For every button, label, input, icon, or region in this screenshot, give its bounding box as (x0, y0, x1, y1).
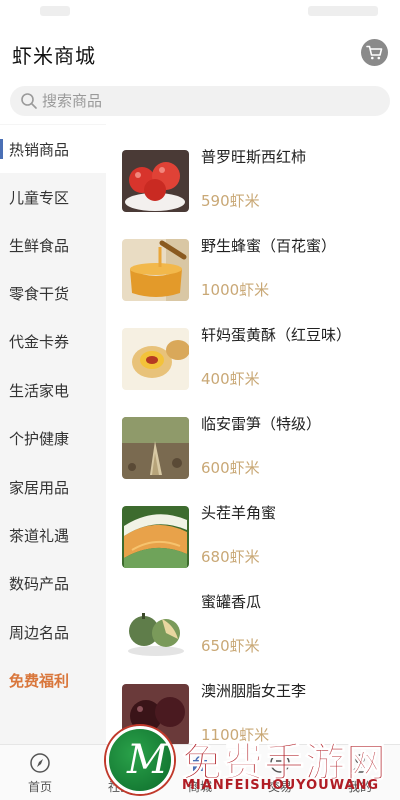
sidebar-item-kids[interactable]: 儿童专区 (0, 173, 106, 221)
status-bar (0, 0, 400, 26)
search-input[interactable] (42, 86, 372, 116)
product-item[interactable]: 临安雷笋（特级） 600虾米 (106, 413, 400, 503)
watermark: M 免费手游网 MIANFEISHOUYOUWANG (100, 718, 400, 800)
nav-home-label: 首页 (27, 779, 52, 794)
product-name: 野生蜂蜜（百花蜜） (201, 237, 337, 255)
sidebar-item-digital[interactable]: 数码产品 (0, 559, 106, 607)
watermark-subtitle: MIANFEISHOUYOUWANG (182, 778, 380, 793)
product-image-tomato[interactable] (122, 150, 189, 212)
product-image-pastry[interactable] (122, 328, 189, 390)
status-icons (308, 6, 378, 16)
cart-button[interactable] (361, 39, 388, 66)
watermark-logo: M (106, 726, 174, 794)
product-name: 澳洲胭脂女王李 (201, 682, 307, 700)
product-image-melon[interactable] (122, 506, 189, 568)
product-name: 头茬羊角蜜 (201, 504, 277, 522)
product-item[interactable]: 轩妈蛋黄酥（红豆味） 400虾米 (106, 324, 400, 414)
product-item[interactable]: 普罗旺斯西红柿 590虾米 (106, 146, 400, 236)
search-icon (21, 93, 37, 109)
product-price: 400虾米 (201, 370, 260, 388)
product-item[interactable]: 野生蜂蜜（百花蜜） 1000虾米 (106, 235, 400, 325)
sidebar-item-merch[interactable]: 周边名品 (0, 608, 106, 656)
cart-icon (366, 45, 383, 60)
sidebar-item-snacks[interactable]: 零食干货 (0, 269, 106, 317)
product-image-cantaloupe[interactable] (122, 595, 189, 657)
product-image-bamboo-shoot[interactable] (122, 417, 189, 479)
product-price: 600虾米 (201, 459, 260, 477)
header: 虾米商城 (0, 26, 400, 80)
product-item[interactable]: 蜜罐香瓜 650虾米 (106, 591, 400, 681)
product-name: 轩妈蛋黄酥（红豆味） (201, 326, 352, 344)
watermark-logo-letter: M (127, 737, 168, 783)
sidebar-item-fresh[interactable]: 生鲜食品 (0, 221, 106, 269)
search-bar[interactable] (10, 86, 390, 116)
product-price: 590虾米 (201, 192, 260, 210)
product-name: 普罗旺斯西红柿 (201, 148, 307, 166)
sidebar-item-hot[interactable]: 热销商品 (0, 125, 106, 173)
product-price: 680虾米 (201, 548, 260, 566)
product-name: 临安雷笋（特级） (201, 415, 322, 433)
product-item[interactable]: 头茬羊角蜜 680虾米 (106, 502, 400, 592)
sidebar-item-appliances[interactable]: 生活家电 (0, 366, 106, 414)
sidebar-item-health[interactable]: 个护健康 (0, 414, 106, 462)
sidebar-item-free[interactable]: 免费福利 (0, 656, 106, 704)
compass-icon (30, 752, 50, 773)
product-image-honey[interactable] (122, 239, 189, 301)
sidebar-item-home[interactable]: 家居用品 (0, 463, 106, 511)
page-title: 虾米商城 (12, 44, 96, 68)
status-time (40, 6, 70, 16)
nav-home[interactable]: 首页 (0, 745, 80, 800)
sidebar-item-vouchers[interactable]: 代金卡券 (0, 317, 106, 365)
product-price: 1000虾米 (201, 281, 270, 299)
product-price: 650虾米 (201, 637, 260, 655)
category-sidebar: 热销商品 儿童专区 生鲜食品 零食干货 代金卡券 生活家电 个护健康 家居用品 … (0, 124, 106, 744)
product-name: 蜜罐香瓜 (201, 593, 262, 611)
sidebar-item-tea[interactable]: 茶道礼遇 (0, 511, 106, 559)
